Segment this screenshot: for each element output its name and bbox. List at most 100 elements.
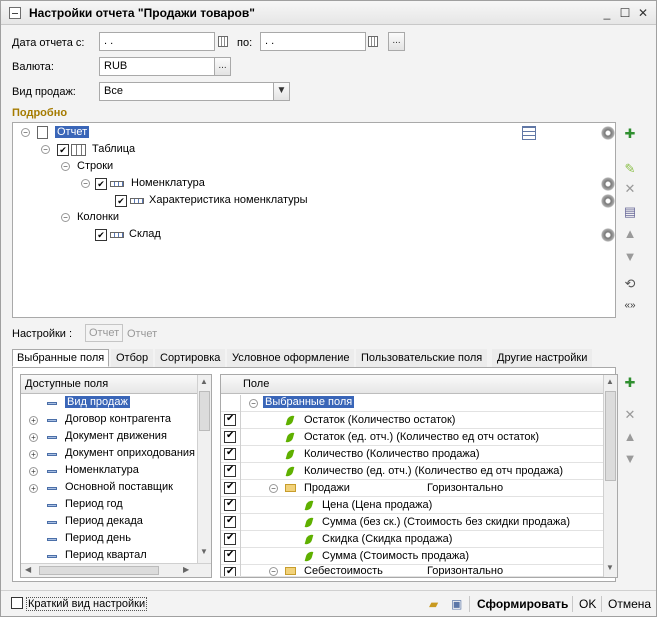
- scroll-thumb[interactable]: [605, 391, 616, 481]
- gear-icon[interactable]: [601, 126, 615, 140]
- table-row[interactable]: Остаток (ед. отч.) (Количество ед отч ос…: [221, 429, 604, 446]
- calendar-icon[interactable]: [368, 36, 378, 47]
- delete-icon[interactable]: ✕: [622, 181, 638, 197]
- tab-selected-fields[interactable]: Выбранные поля: [12, 349, 110, 367]
- scroll-left-icon[interactable]: ◀: [25, 565, 31, 574]
- list-item[interactable]: + Номенклатура: [21, 463, 197, 480]
- tab-user-fields[interactable]: Пользовательские поля: [356, 349, 488, 367]
- collapse-icon[interactable]: −: [269, 567, 278, 576]
- tab-filter[interactable]: Отбор: [111, 349, 154, 367]
- ok-button[interactable]: OK: [575, 595, 600, 613]
- available-fields-list[interactable]: Доступные поля Вид продаж + Договор конт…: [20, 374, 212, 578]
- scroll-down-icon[interactable]: ▼: [606, 563, 614, 572]
- scroll-right-icon[interactable]: ▶: [183, 565, 189, 574]
- list-item[interactable]: Период декада: [21, 514, 197, 531]
- scroll-up-icon[interactable]: ▲: [606, 377, 614, 386]
- generate-button[interactable]: Сформировать: [473, 595, 572, 613]
- date-from-field[interactable]: . .: [99, 32, 215, 51]
- node-checkbox[interactable]: [95, 178, 107, 190]
- report-structure-tree[interactable]: − Отчет − Таблица − Строки − Номенклатур…: [12, 122, 616, 318]
- move-down-icon[interactable]: ▼: [622, 249, 638, 265]
- row-checkbox[interactable]: [224, 464, 236, 477]
- gear-icon[interactable]: [601, 177, 615, 191]
- row-checkbox[interactable]: [224, 515, 236, 528]
- collapse-icon[interactable]: −: [21, 128, 30, 137]
- row-checkbox[interactable]: [224, 566, 236, 576]
- open-folder-icon[interactable]: ▰: [425, 595, 442, 613]
- vertical-scrollbar[interactable]: ▲ ▼: [197, 375, 211, 563]
- properties-icon[interactable]: ▤: [622, 204, 638, 220]
- list-item[interactable]: + Документ движения: [21, 429, 197, 446]
- row-checkbox[interactable]: [224, 481, 236, 494]
- list-item[interactable]: + Документ оприходования: [21, 446, 197, 463]
- horizontal-scrollbar[interactable]: ◀ ▶: [21, 563, 211, 577]
- settings-option-other[interactable]: Отчет: [127, 328, 157, 340]
- scroll-thumb[interactable]: [39, 566, 159, 575]
- currency-select-button[interactable]: ...: [214, 57, 231, 76]
- save-icon[interactable]: ▣: [447, 595, 466, 613]
- table-row[interactable]: Цена (Цена продажа): [221, 497, 604, 514]
- row-checkbox[interactable]: [224, 413, 236, 426]
- expand-icon[interactable]: +: [29, 416, 38, 425]
- vertical-scrollbar[interactable]: ▲ ▼: [603, 375, 617, 577]
- move-up-icon[interactable]: ▲: [622, 429, 638, 445]
- row-checkbox[interactable]: [224, 447, 236, 460]
- table-row[interactable]: Сумма (без ск.) (Стоимость без скидки пр…: [221, 514, 604, 531]
- expand-icon[interactable]: +: [29, 433, 38, 442]
- collapse-icon[interactable]: −: [81, 179, 90, 188]
- collapse-icon[interactable]: −: [61, 162, 70, 171]
- add-icon[interactable]: ✚: [622, 126, 638, 142]
- gear-icon[interactable]: [601, 194, 615, 208]
- maximize-button[interactable]: ☐: [617, 5, 633, 21]
- scroll-up-icon[interactable]: ▲: [200, 377, 208, 386]
- scroll-down-icon[interactable]: ▼: [200, 547, 208, 556]
- close-button[interactable]: ✕: [635, 5, 651, 21]
- list-item[interactable]: Период год: [21, 497, 197, 514]
- list-item[interactable]: + Основной поставщик: [21, 480, 197, 497]
- collapse-icon[interactable]: −: [61, 213, 70, 222]
- tab-sorting[interactable]: Сортировка: [155, 349, 226, 367]
- cancel-button[interactable]: Отмена: [604, 595, 655, 613]
- node-checkbox[interactable]: [57, 144, 69, 156]
- reset-icon[interactable]: ⟲: [622, 276, 638, 292]
- more-icon[interactable]: «»: [622, 298, 638, 314]
- list-item[interactable]: + Договор контрагента: [21, 412, 197, 429]
- move-down-icon[interactable]: ▼: [622, 451, 638, 467]
- collapse-icon[interactable]: −: [41, 145, 50, 154]
- row-checkbox[interactable]: [224, 498, 236, 511]
- list-item[interactable]: Период день: [21, 531, 197, 548]
- settings-option-selected[interactable]: Отчет: [85, 324, 124, 342]
- period-select-button[interactable]: ...: [388, 32, 405, 51]
- gear-icon[interactable]: [601, 228, 615, 242]
- expand-icon[interactable]: +: [29, 484, 38, 493]
- table-row[interactable]: Сумма (Стоимость продажа): [221, 548, 604, 565]
- calendar-icon[interactable]: [218, 36, 228, 47]
- move-up-icon[interactable]: ▲: [622, 226, 638, 242]
- row-checkbox[interactable]: [224, 430, 236, 443]
- add-icon[interactable]: ✚: [622, 375, 638, 391]
- edit-icon[interactable]: ✎: [622, 161, 638, 177]
- collapse-icon[interactable]: −: [269, 484, 278, 493]
- selected-fields-list[interactable]: Поле − Выбранные поля Остаток (Количеств…: [220, 374, 618, 578]
- delete-icon[interactable]: ✕: [622, 407, 638, 423]
- chevron-down-icon[interactable]: ▼: [273, 82, 290, 101]
- expand-icon[interactable]: +: [29, 450, 38, 459]
- table-row[interactable]: Количество (Количество продажа): [221, 446, 604, 463]
- expand-icon[interactable]: +: [29, 467, 38, 476]
- grouping-icon[interactable]: [522, 126, 536, 140]
- table-row[interactable]: Количество (ед. отч.) (Количество ед отч…: [221, 463, 604, 480]
- list-item[interactable]: Вид продаж: [21, 395, 197, 412]
- sales-type-select[interactable]: Все: [99, 82, 274, 101]
- row-checkbox[interactable]: [224, 549, 236, 562]
- currency-field[interactable]: RUB: [99, 57, 215, 76]
- row-checkbox[interactable]: [224, 532, 236, 545]
- node-checkbox[interactable]: [95, 229, 107, 241]
- tab-other-settings[interactable]: Другие настройки: [492, 349, 593, 367]
- minimize-button[interactable]: _: [599, 5, 615, 21]
- short-view-label[interactable]: Краткий вид настройки: [26, 597, 148, 611]
- table-row[interactable]: − Выбранные поля: [221, 395, 604, 412]
- collapse-icon[interactable]: −: [249, 399, 258, 408]
- date-to-field[interactable]: . .: [260, 32, 366, 51]
- table-row[interactable]: − Себестоимость Горизонтально: [221, 565, 604, 577]
- tab-conditional-format[interactable]: Условное оформление: [227, 349, 355, 367]
